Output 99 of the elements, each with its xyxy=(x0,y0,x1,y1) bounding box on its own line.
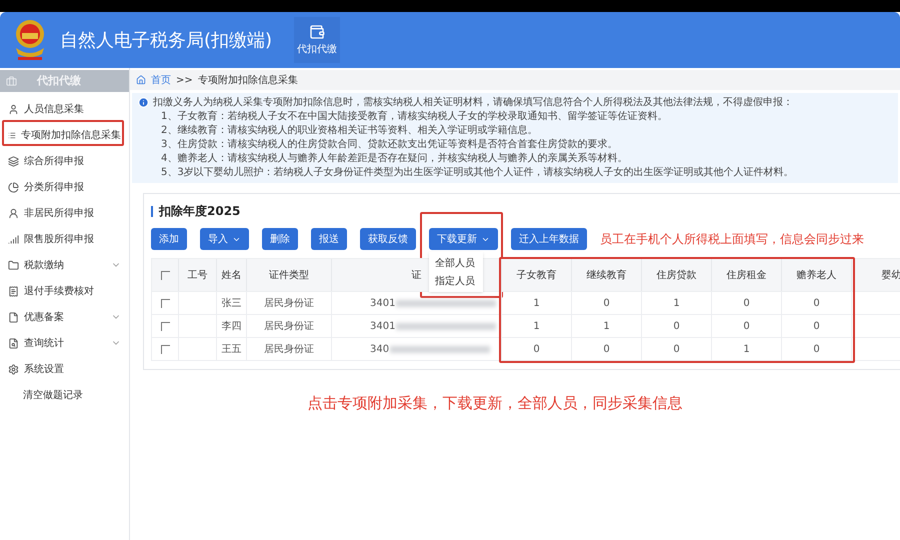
toolbar-button[interactable]: 迁入上年数据 xyxy=(511,228,587,250)
table-cell-text: 0 xyxy=(743,296,750,310)
table-cell-text: 居民身份证 xyxy=(264,320,314,334)
table-cell-text: 3401 xyxy=(370,296,396,310)
breadcrumb-current: 专项附加扣除信息采集 xyxy=(198,74,298,88)
sidebar-item[interactable]: 系统设置 xyxy=(0,356,129,382)
column-header: 证 xyxy=(412,268,422,282)
document-icon xyxy=(8,312,19,322)
table-cell-text: 0 xyxy=(743,320,750,334)
user-icon xyxy=(8,208,19,218)
sidebar-item[interactable]: 分类所得申报 xyxy=(0,174,129,200)
notice-line: 2、继续教育：请核实纳税人的职业资格相关证书等资料、相关入学证明或学籍信息。 xyxy=(160,124,538,138)
section-title: 代扣代缴 xyxy=(37,72,81,89)
table-cell-text: 0 xyxy=(603,296,610,310)
sidebar-label: 专项附加扣除信息采集 xyxy=(21,128,121,142)
table-cell-text: 1 xyxy=(533,296,540,310)
table-cell-text: 王五 xyxy=(222,342,242,356)
pie-chart-icon xyxy=(8,182,19,192)
sidebar-label: 限售股所得申报 xyxy=(24,232,95,246)
sidebar-item[interactable]: 人员信息采集 xyxy=(0,96,129,122)
sidebar-label: 清空做题记录 xyxy=(23,388,84,402)
column-header: 证件类型 xyxy=(269,268,309,282)
column-header: 住房租金 xyxy=(726,268,766,282)
folder-icon xyxy=(8,260,19,270)
card-title: 扣除年度2025 xyxy=(159,203,240,220)
table-cell-text: 0 xyxy=(533,342,540,356)
sidebar-item[interactable]: 非居民所得申报 xyxy=(0,200,129,226)
sidebar-item[interactable]: 税款缴纳 xyxy=(0,252,129,278)
notice-line: 3、住房贷款：请核实纳税人的住房贷款合同、贷款还款支出凭证等资料是否符合首套住房贷款的要求。 xyxy=(160,138,618,152)
sidebar-item[interactable]: 清空做题记录 xyxy=(0,382,129,408)
toolbar-button[interactable]: 报送 xyxy=(311,228,347,250)
sidebar-item[interactable]: 优惠备案 xyxy=(0,304,129,330)
module-tab[interactable]: 代扣代缴 xyxy=(294,17,340,63)
search-document-icon xyxy=(8,338,19,348)
toolbar-button[interactable]: 获取反馈 xyxy=(360,228,416,250)
sidebar-label: 人员信息采集 xyxy=(24,102,85,116)
table-cell-text: 340 xyxy=(370,342,390,356)
sidebar-item[interactable]: 专项附加扣除信息采集 xyxy=(0,122,129,148)
home-link[interactable]: 首页 xyxy=(151,72,171,88)
column-header: 住房贷款 xyxy=(656,268,696,282)
table-cell-text: 李四 xyxy=(222,320,242,334)
sidebar-label: 查询统计 xyxy=(24,336,65,350)
toolbar-button[interactable]: 添加 xyxy=(151,228,187,250)
breadcrumb-separator: >> xyxy=(176,74,193,88)
briefcase-icon xyxy=(6,76,17,86)
checkbox[interactable] xyxy=(160,322,170,330)
gear-icon xyxy=(8,364,19,374)
user-icon xyxy=(8,104,19,114)
menu-item[interactable]: 全部人员 xyxy=(429,254,483,272)
receipt-icon xyxy=(8,286,19,296)
column-header: 继续教育 xyxy=(586,268,626,282)
table-cell-text: 0 xyxy=(603,342,610,356)
wallet-icon xyxy=(309,24,326,40)
sidebar-item[interactable]: 限售股所得申报 xyxy=(0,226,129,252)
sidebar-item[interactable]: 综合所得申报 xyxy=(0,148,129,174)
table-cell-text: 1 xyxy=(533,320,540,334)
toolbar-button[interactable]: 下载更新 xyxy=(429,228,498,250)
app-title: 自然人电子税务局(扣缴端) xyxy=(60,28,272,52)
sidebar-item[interactable]: 查询统计 xyxy=(0,330,129,356)
sidebar-label: 退付手续费核对 xyxy=(24,284,95,298)
column-header: 赡养老人 xyxy=(796,268,836,282)
sidebar-label: 分类所得申报 xyxy=(24,180,85,194)
table-cell-text: 1 xyxy=(743,342,750,356)
table-cell-text: 0 xyxy=(673,320,680,334)
table-cell-text: 0 xyxy=(813,342,820,356)
checkbox[interactable] xyxy=(160,298,170,308)
sidebar-item[interactable]: 退付手续费核对 xyxy=(0,278,129,304)
notice-line: 扣缴义务人为纳税人采集专项附加扣除信息时，需核实纳税人相关证明材料，请确保填写信息符合个人所得税法及其他法律法规，不得虚假申报： xyxy=(153,96,794,110)
sidebar-label: 非居民所得申报 xyxy=(24,206,95,220)
sidebar-label: 税款缴纳 xyxy=(24,258,65,272)
menu-item[interactable]: 指定人员 xyxy=(429,272,483,290)
layers-icon xyxy=(8,156,19,166)
sidebar-label: 优惠备案 xyxy=(24,310,65,324)
sidebar-label: 系统设置 xyxy=(24,362,65,376)
toolbar-button[interactable]: 导入 xyxy=(200,228,249,250)
bar-chart-icon xyxy=(8,234,19,244)
table-cell-text: 0 xyxy=(813,296,820,310)
table-cell-text: 3401 xyxy=(370,320,396,334)
table-cell-text: 0 xyxy=(673,342,680,356)
column-header: 子女教育 xyxy=(516,268,556,282)
notice-line: 1、子女教育：若纳税人子女不在中国大陆接受教育，请核实纳税人子女的学校录取通知书、留学签证等佐证资料。 xyxy=(160,110,668,124)
table-cell-text: 张三 xyxy=(222,296,242,310)
table-cell-text: 1 xyxy=(603,320,610,334)
checkbox[interactable] xyxy=(160,344,170,354)
annotation-note: 员工在手机个人所得税上面填写，信息会同步过来 xyxy=(600,231,864,248)
table-cell-text: 居民身份证 xyxy=(264,296,314,310)
column-header: 工号 xyxy=(188,268,208,282)
sidebar-label: 综合所得申报 xyxy=(24,154,85,168)
column-header: 姓名 xyxy=(222,268,242,282)
info-icon xyxy=(138,97,149,108)
annotation-note: 点击专项附加采集，下载更新，全部人员，同步采集信息 xyxy=(308,393,682,414)
home-icon xyxy=(136,75,146,85)
table-cell-text: 1 xyxy=(673,296,680,310)
notice-line: 4、赡养老人：请核实纳税人与赡养人年龄差距是否存在疑问，并核实纳税人与赡养人的亲属关系等材料。 xyxy=(160,152,628,166)
notice-line: 5、3岁以下婴幼儿照护：若纳税人子女身份证件类型为出生医学证明或其他个人证件，请核实纳税人子女的出生医学证明或其他个人证件材料。 xyxy=(160,166,794,180)
table-cell-text: 0 xyxy=(813,320,820,334)
checkbox[interactable] xyxy=(160,270,170,280)
toolbar-button[interactable]: 删除 xyxy=(262,228,298,250)
table-cell-text: 居民身份证 xyxy=(264,342,314,356)
